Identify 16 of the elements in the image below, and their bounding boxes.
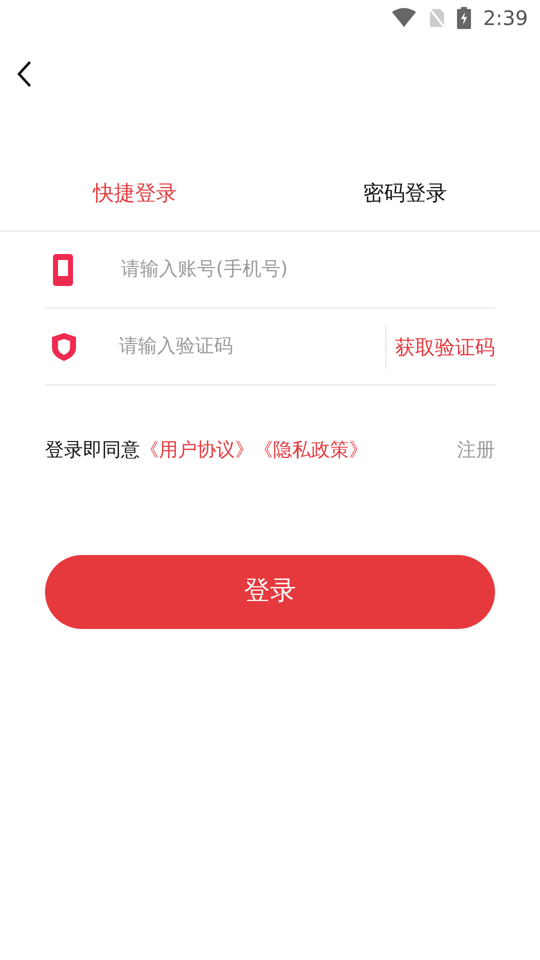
wifi-icon	[391, 8, 418, 28]
policy-link[interactable]: 《用户协议》	[140, 436, 254, 464]
input-field[interactable]: 请输入验证码	[119, 332, 385, 361]
shield-icon	[51, 332, 77, 362]
login-tab[interactable]: 快捷登录	[0, 158, 270, 230]
login-tab[interactable]: 密码登录	[270, 158, 540, 230]
policy-link[interactable]: 《隐私政策》	[254, 436, 368, 464]
login-button[interactable]: 登录	[45, 554, 495, 628]
phone-icon	[53, 254, 73, 286]
get-code-button[interactable]: 获取验证码	[387, 332, 495, 362]
agreement-text: 登录即同意	[45, 438, 140, 463]
input-field[interactable]: 请输入账号(手机号)	[121, 255, 495, 284]
register-link[interactable]: 注册	[457, 436, 495, 464]
no-sim-icon	[429, 8, 446, 28]
battery-icon	[457, 7, 472, 29]
status-time: 2:39	[483, 5, 528, 32]
